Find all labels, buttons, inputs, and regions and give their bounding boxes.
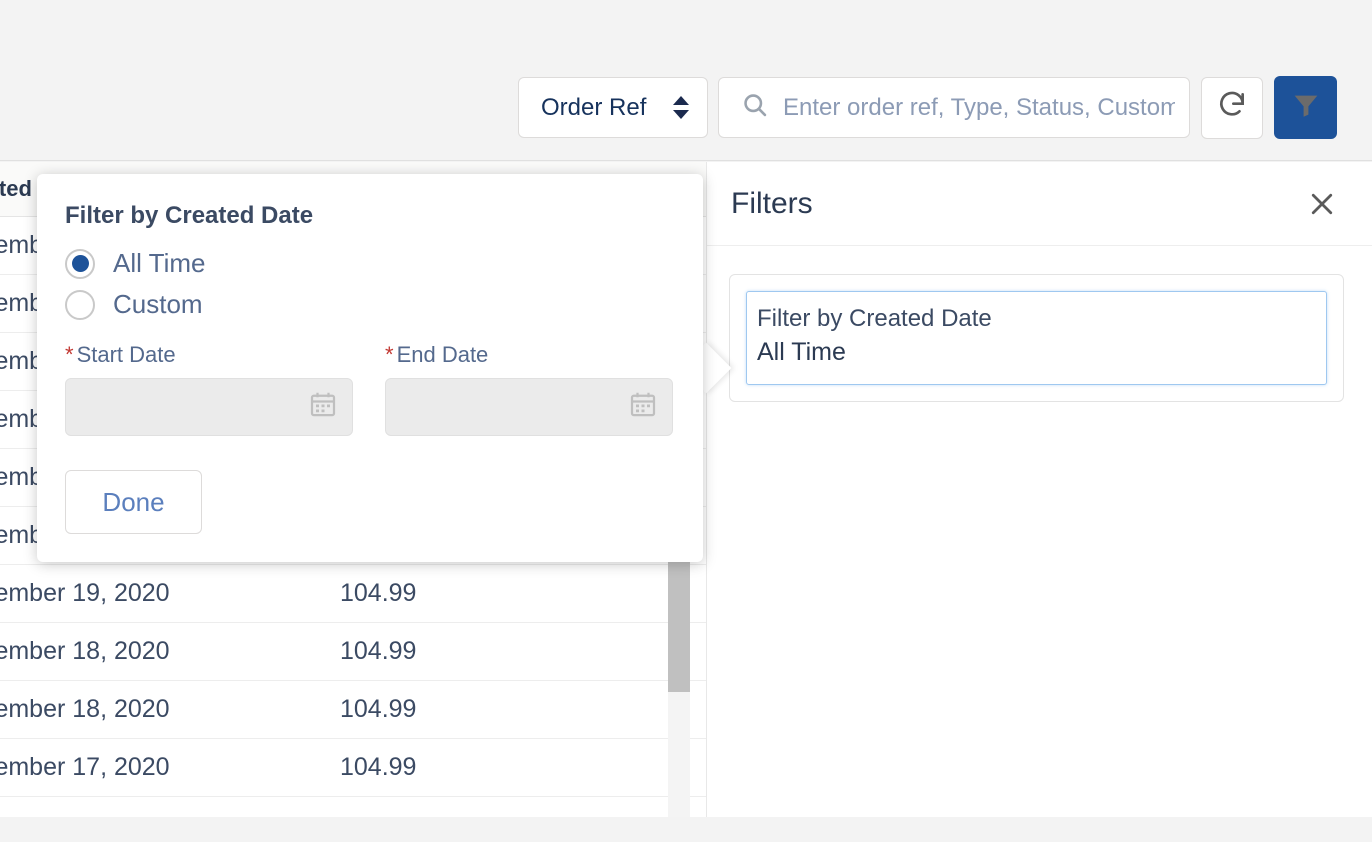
cell-created: November 18, 2020 [0,623,324,681]
active-filter-value: All Time [757,335,1316,370]
cell-amount: 104.99 [324,681,706,739]
end-date-label-text: End Date [397,342,489,367]
filters-panel: Filters Filter by Created Date All Time [706,162,1372,817]
radio-option-custom[interactable]: Custom [65,289,675,320]
filter-card: Filter by Created Date All Time [729,274,1344,402]
sort-updown-icon [673,96,689,119]
table-row[interactable]: November 18, 2020 104.99 [0,681,706,739]
search-box[interactable] [718,77,1190,138]
radio-all-time-label: All Time [113,248,205,279]
search-icon [741,91,769,124]
cell-created: November 17, 2020 [0,739,324,797]
start-date-field: *Start Date [65,342,353,436]
app-root: Order Ref [0,0,1372,842]
filters-panel-header: Filters [707,162,1372,246]
popover-title: Filter by Created Date [65,202,675,230]
cell-created: November 19, 2020 [0,565,324,623]
refresh-icon [1216,89,1248,126]
search-input[interactable] [783,94,1175,122]
end-date-input[interactable] [385,378,673,436]
table-row[interactable]: November 19, 2020 104.99 [0,565,706,623]
cell-amount: 104.99 [324,739,706,797]
radio-custom-label: Custom [113,289,203,320]
radio-option-all-time[interactable]: All Time [65,248,675,279]
end-date-field: *End Date [385,342,673,436]
sort-by-label: Order Ref [541,94,646,122]
close-icon[interactable] [1302,184,1342,224]
table-row[interactable]: November 18, 2020 104.99 [0,623,706,681]
created-date-filter-popover: Filter by Created Date All Time Custom *… [37,174,703,562]
filters-panel-title: Filters [731,187,813,221]
active-filter-label: Filter by Created Date [757,302,1316,335]
bottom-spacer [0,817,1372,842]
date-range-fields: *Start Date [65,342,675,436]
start-date-label-text: Start Date [77,342,176,367]
radio-all-time-icon [65,249,95,279]
cell-amount: 104.99 [324,623,706,681]
start-date-label: *Start Date [65,342,353,368]
filters-panel-body: Filter by Created Date All Time [707,246,1372,402]
cell-amount: 104.99 [324,565,706,623]
radio-custom-icon [65,290,95,320]
required-asterisk: * [385,342,394,367]
end-date-label: *End Date [385,342,673,368]
calendar-icon[interactable] [628,390,658,425]
required-asterisk: * [65,342,74,367]
funnel-icon [1290,89,1322,126]
toolbar: Order Ref [0,0,1372,161]
sort-by-combobox[interactable]: Order Ref [518,77,708,138]
active-filter-item[interactable]: Filter by Created Date All Time [746,291,1327,385]
filter-button[interactable] [1274,76,1337,139]
toolbar-controls: Order Ref [518,76,1337,139]
calendar-icon[interactable] [308,390,338,425]
table-scrollbar-thumb[interactable] [668,562,690,692]
table-row[interactable]: November 17, 2020 104.99 [0,739,706,797]
popover-footer: Done [65,470,675,534]
cell-created: November 18, 2020 [0,681,324,739]
done-button[interactable]: Done [65,470,202,534]
refresh-button[interactable] [1201,77,1263,139]
start-date-input[interactable] [65,378,353,436]
